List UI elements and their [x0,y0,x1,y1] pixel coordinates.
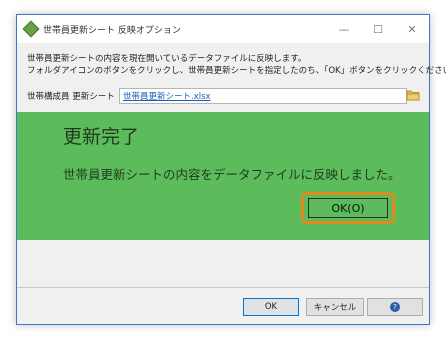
window-controls: — ☐ ✕ [327,15,429,43]
folder-button[interactable] [405,87,421,103]
options-dialog: 世帯員更新シート 反映オプション — ☐ ✕ 世帯員更新シートの内容を現在開いて… [16,14,446,325]
minimize-button[interactable]: — [327,15,361,43]
completion-title: 更新完了 [63,126,140,148]
completion-ok-button[interactable]: OK(O) [308,198,388,218]
file-path-field[interactable]: 世帯員更新シート.xlsx [119,88,407,104]
help-icon: ? [390,302,400,312]
instruction-line-1: 世帯員更新シートの内容を現在開いているデータファイルに反映します。 [27,54,307,64]
app-icon [22,20,40,38]
cancel-button[interactable]: キャンセル [306,298,364,316]
ok-button[interactable]: OK [243,298,299,316]
completion-overlay: 更新完了 世帯員更新シートの内容をデータファイルに反映しました。 OK(O) [17,112,429,240]
file-field-row: 世帯構成員 更新シート 世帯員更新シート.xlsx [27,88,407,104]
instruction-line-2: フォルダアイコンのボタンをクリックし、世帯員更新シートを指定したのち、「OK」ボ… [27,66,446,76]
folder-icon [406,90,420,101]
instructions: 世帯員更新シートの内容を現在開いているデータファイルに反映します。 フォルダアイ… [27,53,446,77]
close-button[interactable]: ✕ [395,15,429,43]
help-button[interactable]: ? [367,298,423,316]
title-bar: 世帯員更新シート 反映オプション — ☐ ✕ [17,15,429,43]
ok-highlight: OK(O) [301,192,395,224]
file-path-link[interactable]: 世帯員更新シート.xlsx [123,90,211,102]
footer-divider [17,287,429,288]
maximize-button[interactable]: ☐ [361,15,395,43]
completion-message: 世帯員更新シートの内容をデータファイルに反映しました。 [63,167,401,182]
file-field-label: 世帯構成員 更新シート [27,92,115,102]
window-title: 世帯員更新シート 反映オプション [43,25,181,36]
